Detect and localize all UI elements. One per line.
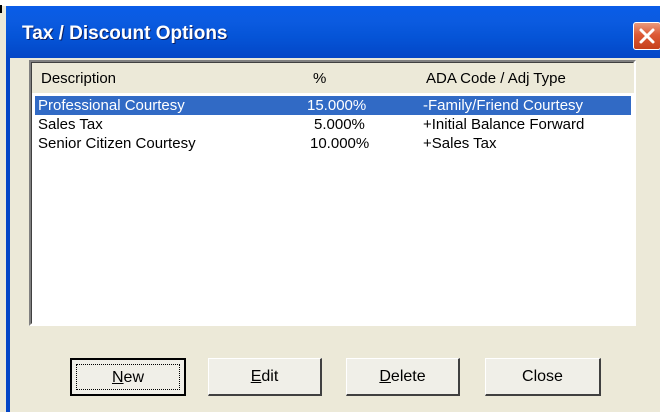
- title-bar[interactable]: Tax / Discount Options: [6, 6, 660, 58]
- column-header-percent[interactable]: %: [313, 70, 326, 87]
- row-description: Senior Citizen Courtesy: [38, 135, 196, 152]
- row-code: +Initial Balance Forward: [423, 116, 585, 133]
- edit-button[interactable]: Edit: [208, 358, 322, 396]
- column-header-code[interactable]: ADA Code / Adj Type: [426, 70, 566, 87]
- close-icon: [639, 28, 655, 44]
- edge-mark: [0, 5, 2, 13]
- row-code: -Family/Friend Courtesy: [423, 97, 584, 114]
- column-header-description[interactable]: Description: [41, 70, 116, 87]
- window-left-border: [6, 58, 10, 412]
- dialog-window: Tax / Discount Options Description % ADA…: [0, 0, 660, 412]
- row-percent: 10.000%: [310, 135, 370, 152]
- close-window-button[interactable]: [633, 22, 660, 50]
- list-row[interactable]: Sales Tax 5.000% +Initial Balance Forwar…: [35, 115, 631, 134]
- window-title: Tax / Discount Options: [22, 23, 228, 44]
- row-percent: 5.000%: [314, 116, 365, 133]
- list-header: Description % ADA Code / Adj Type: [32, 63, 634, 93]
- row-description: Sales Tax: [38, 116, 103, 133]
- list-row[interactable]: Professional Courtesy 15.000% -Family/Fr…: [35, 96, 631, 115]
- close-button[interactable]: Close: [485, 358, 601, 396]
- list-body[interactable]: Professional Courtesy 15.000% -Family/Fr…: [32, 93, 634, 325]
- row-code: +Sales Tax: [423, 135, 497, 152]
- delete-button[interactable]: Delete: [346, 358, 460, 396]
- new-button[interactable]: New: [70, 358, 186, 396]
- row-description: Professional Courtesy: [38, 97, 185, 114]
- tax-discount-list[interactable]: Description % ADA Code / Adj Type Profes…: [29, 60, 636, 326]
- row-percent: 15.000%: [307, 97, 367, 114]
- list-row[interactable]: Senior Citizen Courtesy 10.000% +Sales T…: [35, 134, 631, 153]
